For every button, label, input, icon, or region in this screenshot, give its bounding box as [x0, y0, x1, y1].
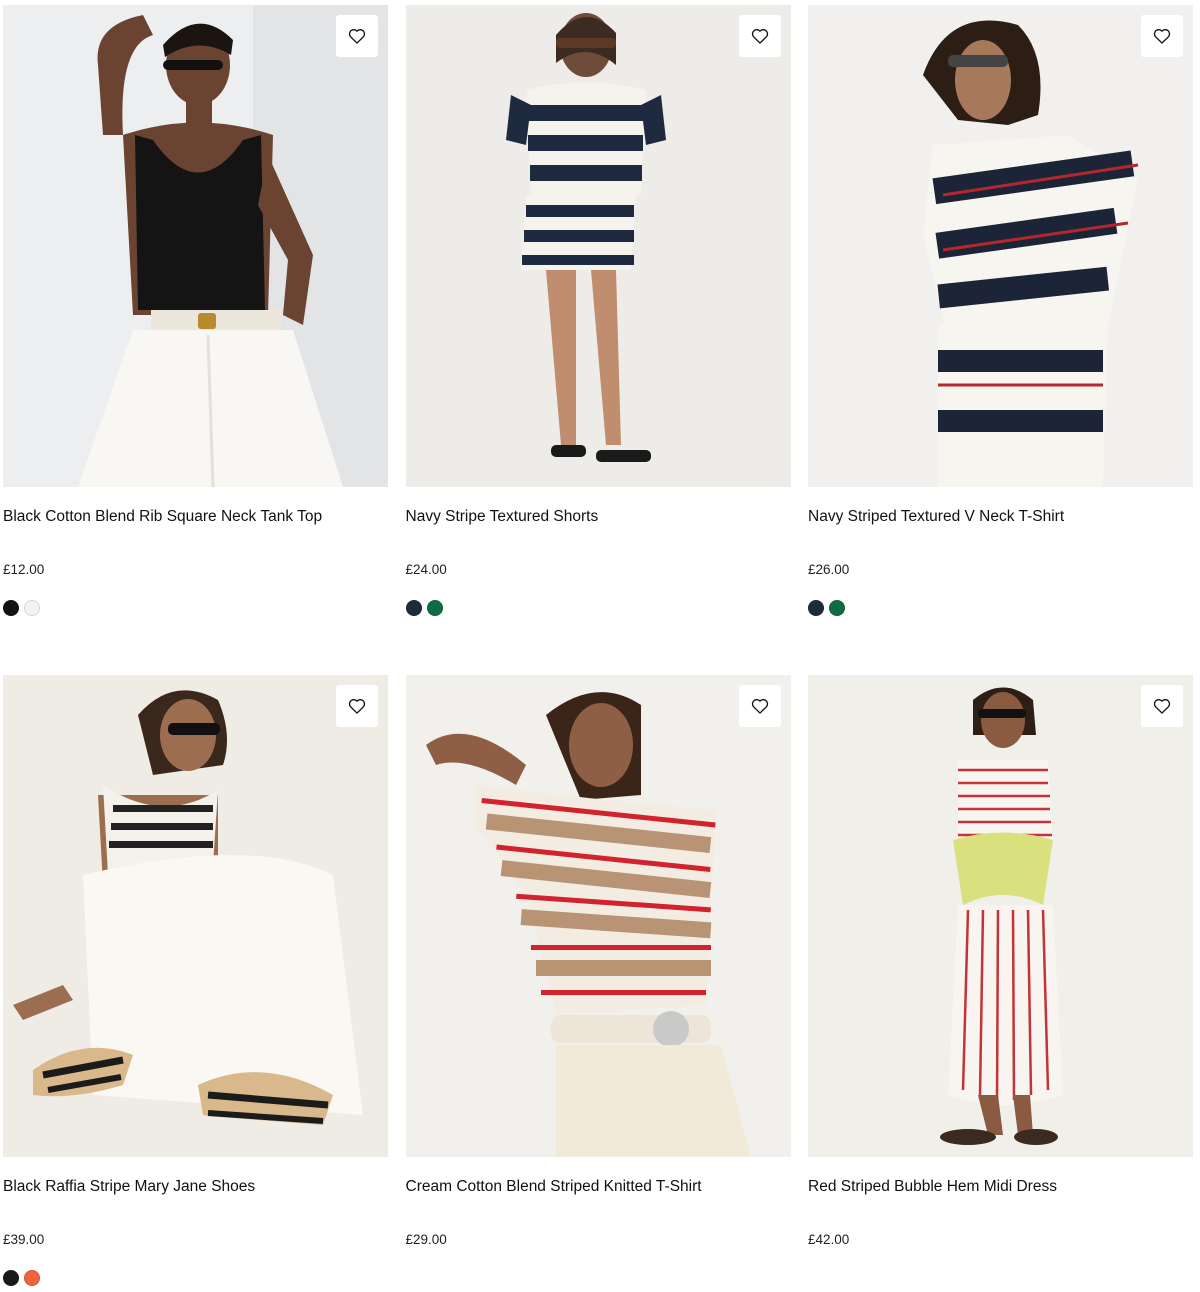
product-title[interactable]: Navy Striped Textured V Neck T-Shirt [808, 507, 1193, 527]
heart-icon [751, 699, 768, 714]
heart-icon [1153, 699, 1171, 714]
wishlist-button[interactable] [738, 15, 781, 57]
product-price: £39.00 [3, 1232, 45, 1247]
color-swatch[interactable] [3, 600, 19, 616]
heart-icon [751, 29, 768, 44]
wishlist-button[interactable] [1141, 685, 1183, 727]
color-swatch[interactable] [808, 600, 824, 616]
color-swatches [3, 600, 40, 616]
heart-icon [348, 29, 366, 44]
product-card[interactable]: Navy Stripe Textured Shorts £24.00 [405, 5, 791, 675]
product-card[interactable]: Black Raffia Stripe Mary Jane Shoes £39.… [3, 675, 388, 1292]
product-image[interactable] [3, 675, 388, 1157]
product-grid: Black Cotton Blend Rib Square Neck Tank … [3, 5, 1193, 1292]
wishlist-button[interactable] [738, 685, 781, 727]
color-swatch[interactable] [24, 1270, 40, 1286]
product-card[interactable]: Red Striped Bubble Hem Midi Dress £42.00 [808, 675, 1193, 1292]
product-title[interactable]: Red Striped Bubble Hem Midi Dress [808, 1177, 1193, 1197]
color-swatches [3, 1270, 40, 1286]
product-image[interactable] [3, 5, 388, 487]
product-title[interactable]: Black Raffia Stripe Mary Jane Shoes [3, 1177, 388, 1197]
wishlist-button[interactable] [336, 685, 378, 727]
product-price: £24.00 [405, 562, 447, 577]
product-price: £12.00 [3, 562, 45, 577]
product-price: £29.00 [405, 1232, 447, 1247]
color-swatch[interactable] [829, 600, 845, 616]
color-swatches [405, 600, 443, 616]
color-swatch[interactable] [426, 600, 443, 616]
heart-icon [1153, 29, 1171, 44]
product-card[interactable]: Cream Cotton Blend Striped Knitted T-Shi… [405, 675, 791, 1292]
product-title[interactable]: Navy Stripe Textured Shorts [406, 507, 791, 527]
color-swatch[interactable] [3, 1270, 19, 1286]
color-swatch[interactable] [24, 600, 40, 616]
product-image[interactable] [808, 5, 1193, 487]
product-image[interactable] [405, 675, 791, 1157]
color-swatches [808, 600, 845, 616]
product-card[interactable]: Black Cotton Blend Rib Square Neck Tank … [3, 5, 388, 675]
heart-icon [348, 699, 366, 714]
color-swatch[interactable] [405, 600, 422, 616]
product-price: £42.00 [808, 1232, 850, 1247]
wishlist-button[interactable] [1141, 15, 1183, 57]
product-image[interactable] [405, 5, 791, 487]
product-image[interactable] [808, 675, 1193, 1157]
product-title[interactable]: Black Cotton Blend Rib Square Neck Tank … [3, 507, 388, 527]
product-title[interactable]: Cream Cotton Blend Striped Knitted T-Shi… [406, 1177, 791, 1197]
product-price: £26.00 [808, 562, 850, 577]
wishlist-button[interactable] [336, 15, 378, 57]
product-card[interactable]: Navy Striped Textured V Neck T-Shirt £26… [808, 5, 1193, 675]
